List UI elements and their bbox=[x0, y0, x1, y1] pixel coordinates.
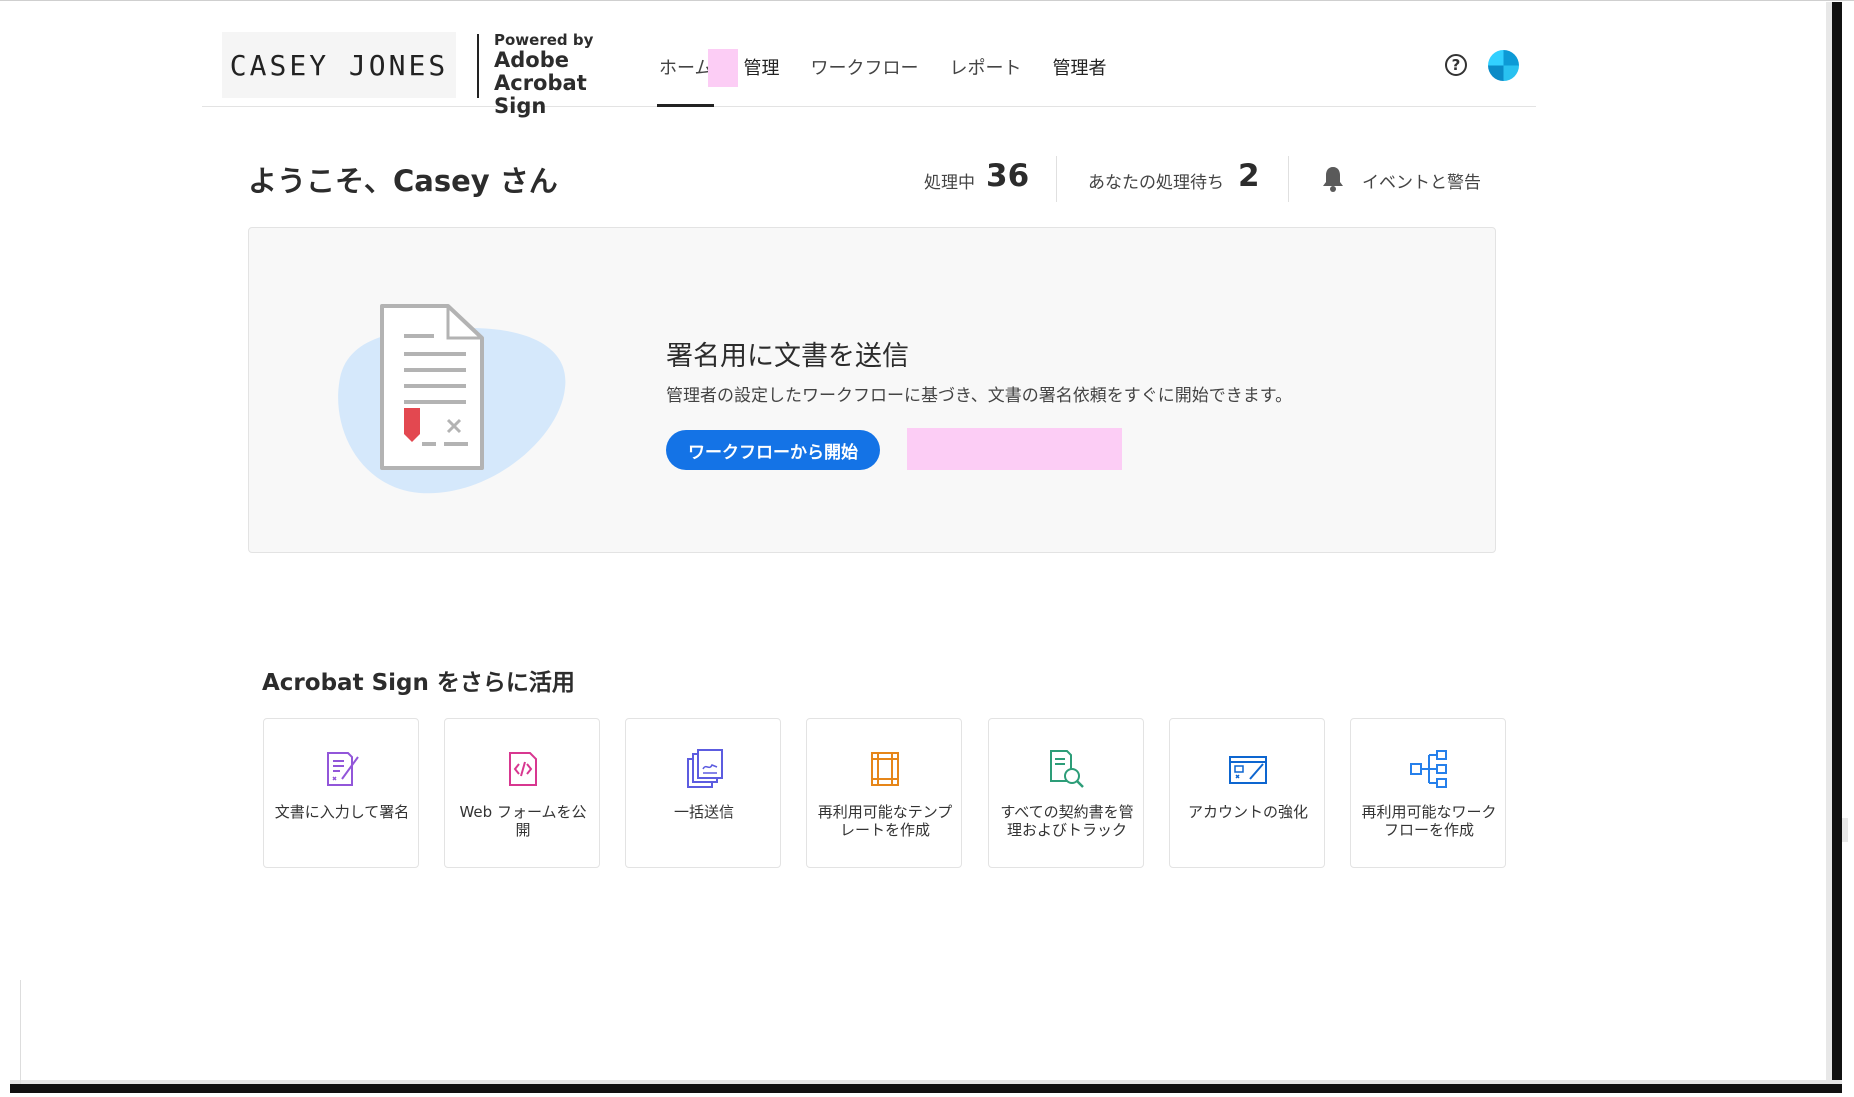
document-illustration bbox=[338, 304, 566, 494]
acrobat-sign-text: Acrobat Sign bbox=[494, 70, 587, 118]
window-bottom-border bbox=[10, 1084, 1842, 1093]
tile-label: 一括送信 bbox=[673, 803, 734, 821]
waiting-count[interactable]: 2 bbox=[1238, 158, 1260, 194]
in-progress-label[interactable]: 処理中 bbox=[924, 168, 975, 193]
window-top-border bbox=[0, 0, 1854, 1]
tile-web-form[interactable]: Web フォームを公開 bbox=[444, 718, 600, 868]
scrollbar-thumb[interactable] bbox=[1842, 818, 1848, 842]
redaction-box bbox=[708, 49, 738, 87]
bulk-send-icon bbox=[687, 749, 723, 788]
in-progress-count[interactable]: 36 bbox=[986, 158, 1029, 194]
tile-fill-and-sign[interactable]: 文書に入力して署名 bbox=[263, 718, 419, 868]
bell-icon[interactable] bbox=[1322, 165, 1344, 193]
user-avatar[interactable] bbox=[1488, 50, 1519, 81]
tile-create-workflow[interactable]: 再利用可能なワークフローを作成 bbox=[1350, 718, 1506, 868]
waiting-label[interactable]: あなたの処理待ち bbox=[1088, 168, 1224, 193]
tile-label: すべての契約書を管理およびトラック bbox=[1000, 803, 1134, 839]
nav-admin[interactable]: 管理者 bbox=[1052, 28, 1106, 106]
tile-label: Web フォームを公開 bbox=[459, 803, 587, 839]
tile-enhance-account[interactable]: アカウントの強化 bbox=[1169, 718, 1325, 868]
hero-title: 署名用に文書を送信 bbox=[666, 341, 909, 372]
tile-label: 再利用可能なワークフローを作成 bbox=[1361, 803, 1497, 839]
window-right-border bbox=[1832, 2, 1842, 1087]
tile-label: 再利用可能なテンプレートを作成 bbox=[817, 803, 953, 839]
help-icon[interactable]: ? bbox=[1445, 54, 1467, 76]
company-logo[interactable]: CASEY JONES bbox=[222, 32, 456, 98]
logo-divider bbox=[477, 34, 479, 98]
nav-workflow[interactable]: ワークフロー bbox=[810, 28, 918, 106]
account-enhance-icon bbox=[1229, 756, 1267, 784]
welcome-heading: ようこそ、Casey さん bbox=[248, 164, 558, 198]
nav-home[interactable]: ホーム bbox=[656, 28, 715, 107]
company-logo-text: CASEY JONES bbox=[229, 48, 449, 82]
web-form-icon bbox=[509, 752, 537, 786]
events-alerts-link[interactable]: イベントと警告 bbox=[1362, 168, 1481, 193]
section-title: Acrobat Sign をさらに活用 bbox=[262, 670, 575, 696]
adobe-text: Adobe bbox=[494, 47, 569, 72]
powered-by-text: Powered by bbox=[494, 31, 594, 49]
tile-bulk-send[interactable]: 一括送信 bbox=[625, 718, 781, 868]
adobe-acrobat-sign-logo: Powered by Adobe Acrobat Sign bbox=[494, 32, 634, 118]
hero-description: 管理者の設定したワークフローに基づき、文書の署名依頼をすぐに開始できます。 bbox=[666, 386, 1293, 406]
fill-sign-icon bbox=[327, 752, 359, 786]
stat-divider bbox=[1288, 156, 1289, 202]
nav-manage[interactable]: 管理 bbox=[743, 28, 779, 106]
tile-manage-track[interactable]: すべての契約書を管理およびトラック bbox=[988, 718, 1144, 868]
stat-divider bbox=[1056, 156, 1057, 202]
tile-label: 文書に入力して署名 bbox=[274, 803, 410, 821]
redaction-box bbox=[907, 428, 1122, 470]
template-icon bbox=[871, 752, 899, 786]
workflow-icon bbox=[1410, 750, 1447, 788]
top-header: CASEY JONES Powered by Adobe Acrobat Sig… bbox=[202, 28, 1536, 117]
manage-track-icon bbox=[1050, 750, 1084, 788]
tile-create-template[interactable]: 再利用可能なテンプレートを作成 bbox=[806, 718, 962, 868]
nav-reports[interactable]: レポート bbox=[949, 28, 1021, 106]
tile-label: アカウントの強化 bbox=[1187, 803, 1308, 821]
window-left-line bbox=[20, 980, 21, 1084]
start-from-workflow-button[interactable]: ワークフローから開始 bbox=[666, 430, 880, 470]
